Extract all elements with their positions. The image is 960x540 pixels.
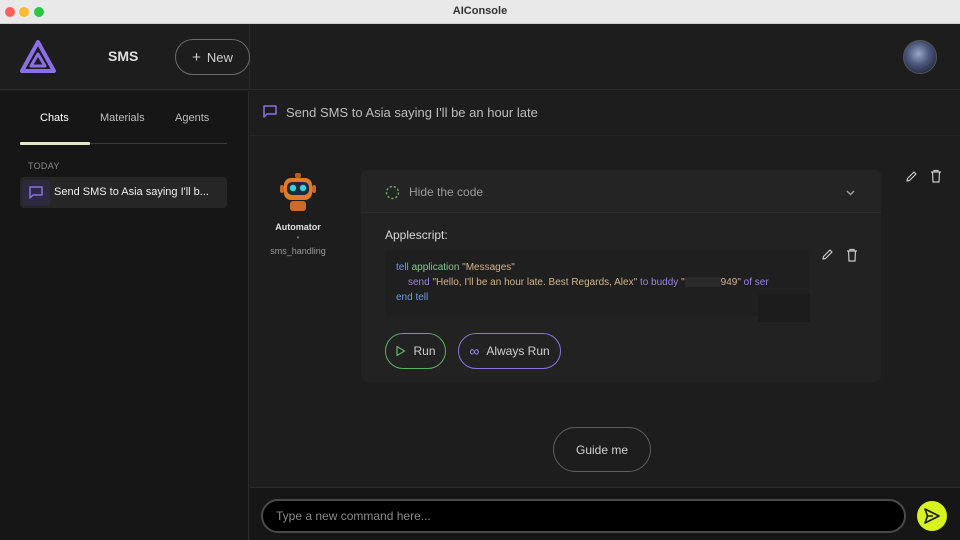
code-line-2: send "Hello, I'll be an hour late. Best … — [408, 277, 769, 288]
user-avatar[interactable] — [903, 40, 937, 74]
run-button[interactable]: Run — [385, 333, 446, 369]
message-icon — [263, 105, 277, 118]
project-name: SMS — [108, 48, 139, 64]
run-button-label: Run — [413, 344, 436, 358]
redacted-area — [758, 294, 810, 322]
redacted-number — [684, 277, 721, 288]
sidebar-chat-item-label: Send SMS to Asia saying I'll b... — [54, 186, 209, 198]
pencil-icon[interactable] — [821, 248, 834, 261]
always-run-button[interactable]: ∞ Always Run — [458, 333, 561, 369]
tab-materials[interactable]: Materials — [100, 112, 145, 124]
plus-icon: + — [192, 48, 201, 66]
app-header — [0, 24, 960, 90]
new-chat-button[interactable]: + New — [175, 39, 250, 75]
tab-agents[interactable]: Agents — [175, 112, 209, 124]
pencil-icon[interactable] — [905, 170, 918, 183]
message-icon — [29, 186, 43, 199]
agent-name: Automator — [275, 222, 321, 232]
triangle-logo-icon[interactable] — [19, 39, 57, 75]
command-input[interactable] — [261, 499, 906, 533]
chevron-down-icon[interactable] — [845, 187, 856, 198]
trash-icon[interactable] — [930, 169, 942, 183]
agent-separator: • — [296, 233, 300, 242]
agent-subtitle: sms_handling — [270, 246, 326, 256]
guide-me-button[interactable]: Guide me — [553, 427, 651, 472]
code-language-label: Applescript: — [385, 228, 448, 242]
infinity-icon: ∞ — [469, 343, 480, 359]
play-icon — [396, 345, 406, 357]
tab-chats[interactable]: Chats — [40, 112, 69, 124]
send-icon — [924, 508, 940, 524]
new-button-label: New — [206, 49, 233, 65]
hide-code-label[interactable]: Hide the code — [409, 185, 483, 199]
trash-icon[interactable] — [846, 248, 858, 262]
code-line-1: tell application "Messages" — [396, 262, 515, 273]
window-titlebar: AIConsole — [0, 0, 960, 24]
section-label-today: TODAY — [28, 161, 60, 171]
send-button[interactable] — [917, 501, 947, 531]
chat-title-divider — [250, 135, 960, 136]
sidebar — [0, 91, 249, 540]
robot-agent-avatar — [280, 173, 316, 211]
always-run-label: Always Run — [486, 344, 550, 358]
code-line-3: end tell — [396, 292, 429, 303]
loading-spinner-icon — [385, 185, 400, 200]
active-tab-indicator — [20, 142, 90, 145]
window-title: AIConsole — [452, 5, 508, 17]
chat-title[interactable]: Send SMS to Asia saying I'll be an hour … — [286, 105, 538, 120]
